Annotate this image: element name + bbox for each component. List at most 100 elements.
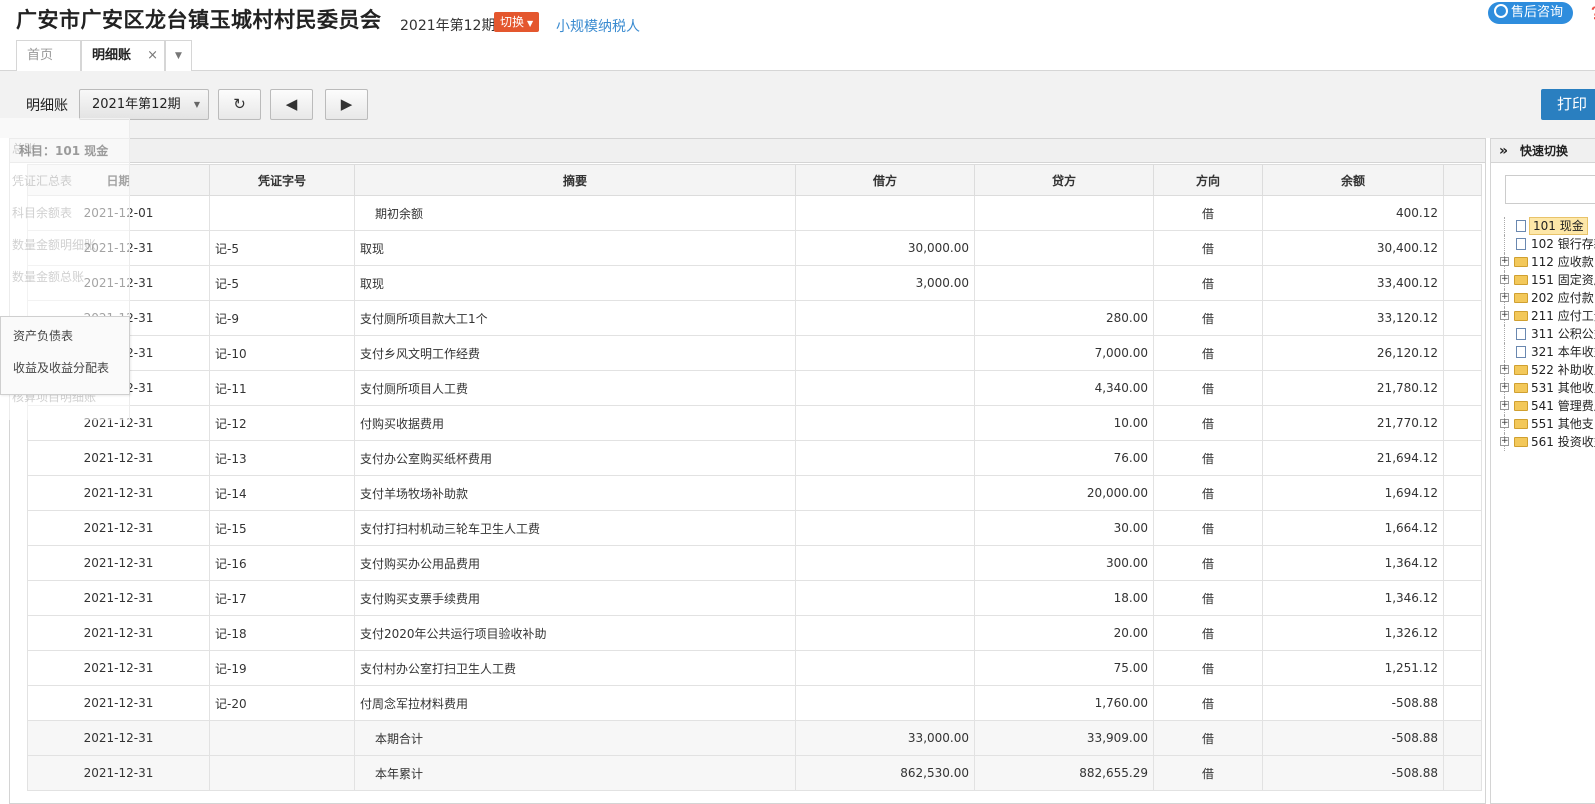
cell-voucher: 记-14 bbox=[209, 475, 355, 511]
expand-icon[interactable]: + bbox=[1500, 311, 1509, 320]
tab-menu-dropdown[interactable]: ▼ bbox=[165, 40, 192, 71]
toolbar: 明细账 2021年第12期 ▼ ↻ ◀ ▶ 打印 bbox=[0, 71, 1595, 138]
table-row[interactable]: 2021-12-31 记-16 支付购买办公用品费用 300.00 借 1,364.12 bbox=[27, 545, 1482, 581]
next-button[interactable]: ▶ bbox=[325, 89, 368, 120]
table-row[interactable]: 2021-12-31 记-17 支付购买支票手续费用 18.00 借 1,346.12 bbox=[27, 580, 1482, 616]
cell-filler bbox=[1443, 720, 1482, 756]
expand-icon[interactable]: + bbox=[1500, 257, 1509, 266]
tree-item-label: 151 固定资产 bbox=[1531, 273, 1595, 287]
table-row[interactable]: 2021-12-31 本年累计 862,530.00 882,655.29 借 -508.… bbox=[27, 755, 1482, 791]
tree-item[interactable]: 311 公积公益金 bbox=[1491, 325, 1595, 343]
tree-item-label: 321 本年收益 bbox=[1531, 345, 1595, 359]
table-row[interactable]: 2021-12-31 记-19 支付村办公室打扫卫生人工费 75.00 借 1,251.1… bbox=[27, 650, 1482, 686]
document-icon bbox=[1516, 346, 1526, 358]
tree-item[interactable]: +551 其他支出 bbox=[1491, 415, 1595, 433]
cell-summary: 付周念军拉材料费用 bbox=[354, 685, 796, 721]
tree-item[interactable]: +541 管理费用 bbox=[1491, 397, 1595, 415]
tab-detail-ledger[interactable]: 明细账 × bbox=[81, 40, 165, 72]
tree-item[interactable]: 321 本年收益 bbox=[1491, 343, 1595, 361]
column-header-voucher: 凭证字号 bbox=[209, 164, 355, 196]
cell-voucher bbox=[209, 755, 355, 791]
column-header-credit: 贷方 bbox=[974, 164, 1154, 196]
table-row[interactable]: 2021-12-31 记-15 支付打扫村机动三轮车卫生人工费 30.00 借 1,664… bbox=[27, 510, 1482, 546]
previous-button[interactable]: ◀ bbox=[270, 89, 313, 120]
tree-item[interactable]: +112 应收款 bbox=[1491, 253, 1595, 271]
table-row[interactable]: 2021-12-31 记-20 付周念军拉材料费用 1,760.00 借 -508.88 bbox=[27, 685, 1482, 721]
period-select[interactable]: 2021年第12期 ▼ bbox=[79, 89, 209, 120]
cell-voucher: 记-17 bbox=[209, 580, 355, 616]
expand-icon[interactable]: + bbox=[1500, 365, 1509, 374]
collapse-icon[interactable]: » bbox=[1499, 143, 1508, 159]
cell-filler bbox=[1443, 440, 1482, 476]
table-row[interactable]: 2021-12-31 本期合计 33,000.00 33,909.00 借 -508.88 bbox=[27, 720, 1482, 756]
table-row[interactable]: 2021-12-31 记-13 支付办公室购买纸杯费用 76.00 借 21,694.12 bbox=[27, 440, 1482, 476]
support-button[interactable]: 售后咨询 bbox=[1488, 2, 1574, 24]
tree-item[interactable]: 102 银行存款 bbox=[1491, 235, 1595, 253]
close-icon[interactable]: × bbox=[147, 41, 158, 71]
switch-period-button[interactable]: 切换 ▼ bbox=[494, 12, 540, 32]
tree-item[interactable]: 101 现金 bbox=[1491, 217, 1595, 235]
cell-credit bbox=[974, 230, 1154, 266]
menu-item-account-balance[interactable]: 科目余额表 bbox=[12, 204, 72, 221]
refresh-button[interactable]: ↻ bbox=[218, 89, 261, 120]
tree-item[interactable]: +522 补助收入 bbox=[1491, 361, 1595, 379]
expand-icon[interactable]: + bbox=[1500, 293, 1509, 302]
cell-voucher: 记-18 bbox=[209, 615, 355, 651]
cell-filler bbox=[1443, 335, 1482, 371]
menu-item-balance-sheet[interactable]: 资产负债表 bbox=[13, 327, 73, 344]
tree-item[interactable]: +151 固定资产 bbox=[1491, 271, 1595, 289]
menu-item-income-distribution[interactable]: 收益及收益分配表 bbox=[13, 359, 109, 376]
print-button[interactable]: 打印 bbox=[1541, 89, 1595, 120]
tree-item-label: 541 管理费用 bbox=[1531, 399, 1595, 413]
cell-balance: -508.88 bbox=[1262, 720, 1444, 756]
table-row[interactable]: 2021-12-31 记-18 支付2020年公共运行项目验收补助 20.00 借 1,3… bbox=[27, 615, 1482, 651]
cell-direction: 借 bbox=[1153, 335, 1263, 371]
tree-item[interactable]: +561 投资收益 bbox=[1491, 433, 1595, 451]
cell-credit: 10.00 bbox=[974, 405, 1154, 441]
cell-direction: 借 bbox=[1153, 300, 1263, 336]
expand-icon[interactable]: + bbox=[1500, 401, 1509, 410]
cell-credit: 20.00 bbox=[974, 615, 1154, 651]
taxpayer-type-link[interactable]: 小规模纳税人 bbox=[556, 16, 640, 36]
cell-credit bbox=[974, 195, 1154, 231]
caret-down-icon: ▼ bbox=[175, 51, 182, 61]
table-row[interactable]: 2021-12-31记-5取现3,000.00借33,400.12 bbox=[27, 265, 1482, 301]
cell-balance: 1,346.12 bbox=[1262, 580, 1444, 616]
expand-icon[interactable]: + bbox=[1500, 419, 1509, 428]
cell-direction: 借 bbox=[1153, 405, 1263, 441]
cell-credit: 30.00 bbox=[974, 510, 1154, 546]
cell-credit bbox=[974, 265, 1154, 301]
cell-date: 2021-12-31 bbox=[27, 510, 210, 546]
menu-item-general-ledger[interactable]: 总账 bbox=[12, 140, 36, 157]
cell-debit bbox=[795, 300, 975, 336]
cell-direction: 借 bbox=[1153, 510, 1263, 546]
menu-item-qty-general[interactable]: 数量金额总账 bbox=[12, 268, 84, 285]
cell-summary: 付购买收据费用 bbox=[354, 405, 796, 441]
tree-item[interactable]: +202 应付款 bbox=[1491, 289, 1595, 307]
table-row[interactable]: 2021-12-31 记-14 支付羊场牧场补助款 20,000.00 借 1,694.1… bbox=[27, 475, 1482, 511]
expand-icon[interactable]: + bbox=[1500, 437, 1509, 446]
cell-summary: 取现 bbox=[354, 230, 796, 266]
table-row[interactable]: 2021-12-31 记-12 付购买收据费用 10.00 借 21,770.12 bbox=[27, 405, 1482, 441]
table-row[interactable]: 2021-12-31记-5取现30,000.00借30,400.12 bbox=[27, 230, 1482, 266]
quick-switch-search-input[interactable] bbox=[1505, 175, 1595, 204]
table-row[interactable]: 2021-12-31记-9支付厕所项目款大工1个280.00借33,120.12 bbox=[27, 300, 1482, 336]
tree-item[interactable]: +211 应付工资 bbox=[1491, 307, 1595, 325]
tree-connector bbox=[1504, 217, 1505, 235]
expand-icon[interactable]: + bbox=[1500, 275, 1509, 284]
help-icon[interactable]: ❓ bbox=[1588, 6, 1595, 20]
tree-connector bbox=[1504, 235, 1505, 253]
triangle-right-icon: ▶ bbox=[340, 95, 353, 113]
expand-icon[interactable]: + bbox=[1500, 383, 1509, 392]
cell-filler bbox=[1443, 230, 1482, 266]
cell-voucher: 记-20 bbox=[209, 685, 355, 721]
table-row[interactable]: 2021-12-31记-11支付厕所项目人工费4,340.00借21,780.1… bbox=[27, 370, 1482, 406]
tab-home[interactable]: 首页 bbox=[16, 40, 81, 71]
table-row[interactable]: 2021-12-01期初余额借400.12 bbox=[27, 195, 1482, 231]
tree-item[interactable]: +531 其他收入 bbox=[1491, 379, 1595, 397]
cell-summary: 支付办公室购买纸杯费用 bbox=[354, 440, 796, 476]
table-row[interactable]: 2021-12-31记-10支付乡风文明工作经费7,000.00借26,120.… bbox=[27, 335, 1482, 371]
tree-item-label: 311 公积公益金 bbox=[1531, 327, 1595, 341]
menu-item-qty-detail[interactable]: 数量金额明细账 bbox=[12, 236, 96, 253]
menu-item-voucher-summary[interactable]: 凭证汇总表 bbox=[12, 172, 72, 189]
